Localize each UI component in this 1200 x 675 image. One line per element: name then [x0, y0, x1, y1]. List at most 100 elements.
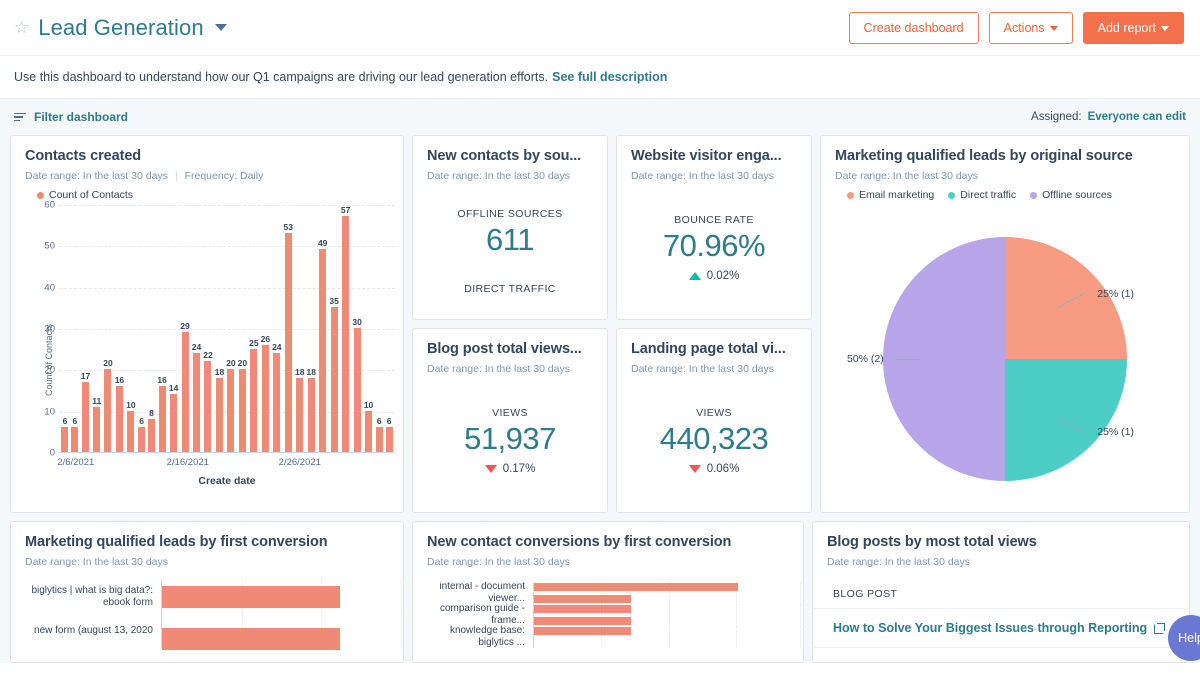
y-tick-label: 10 — [44, 406, 55, 417]
card-blog-post-total-views[interactable]: Blog post total views... Date range: In … — [412, 328, 608, 513]
actions-button[interactable]: Actions — [989, 12, 1073, 44]
legend-color-dot — [1030, 192, 1037, 199]
kpi-label: VIEWS — [696, 407, 732, 419]
bar-column[interactable]: 16 — [157, 205, 166, 452]
bar-column[interactable]: 8 — [148, 205, 156, 452]
bar — [365, 411, 372, 452]
card-new-contact-conversions[interactable]: New contact conversions by first convers… — [412, 521, 804, 663]
hbar-fill — [534, 605, 631, 613]
y-axis-ticks: 0102030405060 — [27, 205, 55, 453]
card-title: New contacts by sou... — [427, 148, 593, 164]
card-title: Marketing qualified leads by first conve… — [25, 534, 389, 550]
bar-column[interactable]: 20 — [103, 205, 112, 452]
card-website-visitor-engagement[interactable]: Website visitor enga... Date range: In t… — [616, 135, 812, 320]
kpi-delta-value: 0.17% — [503, 463, 536, 475]
bar-column[interactable]: 11 — [92, 205, 101, 452]
bar-column[interactable]: 10 — [364, 205, 373, 452]
bar-value-label: 14 — [169, 383, 178, 393]
card-header: Landing page total vi... Date range: In … — [617, 329, 811, 375]
card-title: Blog post total views... — [427, 341, 593, 357]
bar-column[interactable]: 14 — [169, 205, 178, 452]
legend-item[interactable]: Offline sources — [1030, 189, 1112, 201]
plot-area: 6617112016106816142924221820202526245318… — [59, 205, 395, 453]
bar-column[interactable]: 18 — [295, 205, 304, 452]
bar-column[interactable]: 25 — [249, 205, 258, 452]
bar-column[interactable]: 18 — [306, 205, 315, 452]
filter-dashboard-button[interactable]: Filter dashboard — [14, 110, 128, 124]
table-row[interactable] — [813, 648, 1189, 663]
bar-value-label: 6 — [387, 416, 392, 426]
card-contacts-created[interactable]: Contacts created Date range: In the last… — [10, 135, 404, 513]
assigned-value[interactable]: Everyone can edit — [1088, 111, 1186, 123]
chevron-down-icon[interactable] — [215, 24, 227, 31]
bar-column[interactable]: 6 — [138, 205, 146, 452]
kpi-label: OFFLINE SOURCES — [457, 208, 562, 220]
bar-column[interactable]: 6 — [61, 205, 69, 452]
bar-column[interactable]: 22 — [203, 205, 212, 452]
kpi-delta-value: 0.06% — [707, 463, 740, 475]
trend-down-icon — [689, 465, 701, 473]
bar-column[interactable]: 24 — [272, 205, 281, 452]
legend-item[interactable]: Direct traffic — [948, 189, 1016, 201]
card-subtitle: Date range: In the last 30 days | Freque… — [25, 170, 389, 182]
external-link-icon — [1154, 623, 1165, 634]
bar-column[interactable]: 6 — [375, 205, 383, 452]
card-title: New contact conversions by first convers… — [427, 534, 789, 550]
kpi-value: 440,323 — [660, 421, 769, 457]
legend-label: Direct traffic — [960, 189, 1016, 201]
bar-column[interactable]: 53 — [284, 205, 293, 452]
bar — [262, 345, 269, 452]
bar-column[interactable]: 20 — [226, 205, 235, 452]
bar-column[interactable]: 35 — [329, 205, 338, 452]
bar — [193, 353, 200, 452]
date-range: Date range: In the last 30 days — [427, 170, 593, 182]
bar-column[interactable]: 30 — [352, 205, 361, 452]
bar-column[interactable]: 6 — [71, 205, 79, 452]
bar-column[interactable]: 6 — [385, 205, 393, 452]
kpi-column-b: New contacts by sou... Date range: In th… — [412, 135, 608, 513]
bar — [104, 369, 111, 452]
table-row[interactable]: How to Solve Your Biggest Issues through… — [813, 609, 1189, 648]
bar-column[interactable]: 16 — [115, 205, 124, 452]
page-title: Lead Generation — [38, 15, 203, 41]
bar — [159, 386, 166, 452]
bar-column[interactable]: 24 — [192, 205, 201, 452]
bar-column[interactable]: 18 — [215, 205, 224, 452]
bar-column[interactable]: 29 — [180, 205, 189, 452]
y-tick-label: 20 — [44, 365, 55, 376]
legend-item[interactable]: Email marketing — [847, 189, 934, 201]
card-landing-page-total-views[interactable]: Landing page total vi... Date range: In … — [616, 328, 812, 513]
bar-column[interactable]: 20 — [238, 205, 247, 452]
see-full-description-link[interactable]: See full description — [552, 70, 667, 84]
frequency: Frequency: Daily — [185, 170, 264, 182]
card-title: Blog posts by most total views — [827, 534, 1175, 550]
bar-column[interactable]: 10 — [126, 205, 135, 452]
bar — [239, 369, 246, 452]
bar-column[interactable]: 26 — [261, 205, 270, 452]
create-dashboard-button[interactable]: Create dashboard — [849, 12, 979, 44]
assigned-label: Assigned: — [1031, 111, 1082, 123]
bar — [308, 378, 315, 452]
bar-column[interactable]: 17 — [81, 205, 90, 452]
hbar-row: knowledge base: biglytics ... — [413, 626, 803, 648]
pie-slice-label: 25% (1) — [1097, 426, 1134, 438]
hbar-fill — [534, 617, 631, 625]
bar-column[interactable]: 57 — [341, 205, 350, 452]
bar-value-label: 10 — [364, 400, 373, 410]
x-tick-label: 2/6/2021 — [57, 457, 94, 468]
add-report-button[interactable]: Add report — [1083, 12, 1184, 44]
card-new-contacts-by-source[interactable]: New contacts by sou... Date range: In th… — [412, 135, 608, 320]
kpi-value: 611 — [486, 222, 534, 258]
card-mql-by-original-source[interactable]: Marketing qualified leads by original so… — [820, 135, 1190, 513]
actions-button-label: Actions — [1004, 21, 1045, 35]
blog-post-link[interactable]: How to Solve Your Biggest Issues through… — [833, 621, 1147, 635]
bar — [227, 369, 234, 452]
card-mql-by-first-conversion[interactable]: Marketing qualified leads by first conve… — [10, 521, 404, 663]
kpi-delta-value: 0.02% — [707, 270, 740, 282]
x-tick-label: 2/26/2021 — [279, 457, 321, 468]
favorite-star-icon[interactable]: ☆ — [14, 19, 29, 36]
bar — [71, 427, 78, 452]
bar-column[interactable]: 49 — [318, 205, 327, 452]
description-text: Use this dashboard to understand how our… — [14, 70, 548, 84]
card-blog-posts-by-most-total-views[interactable]: Blog posts by most total views Date rang… — [812, 521, 1190, 663]
